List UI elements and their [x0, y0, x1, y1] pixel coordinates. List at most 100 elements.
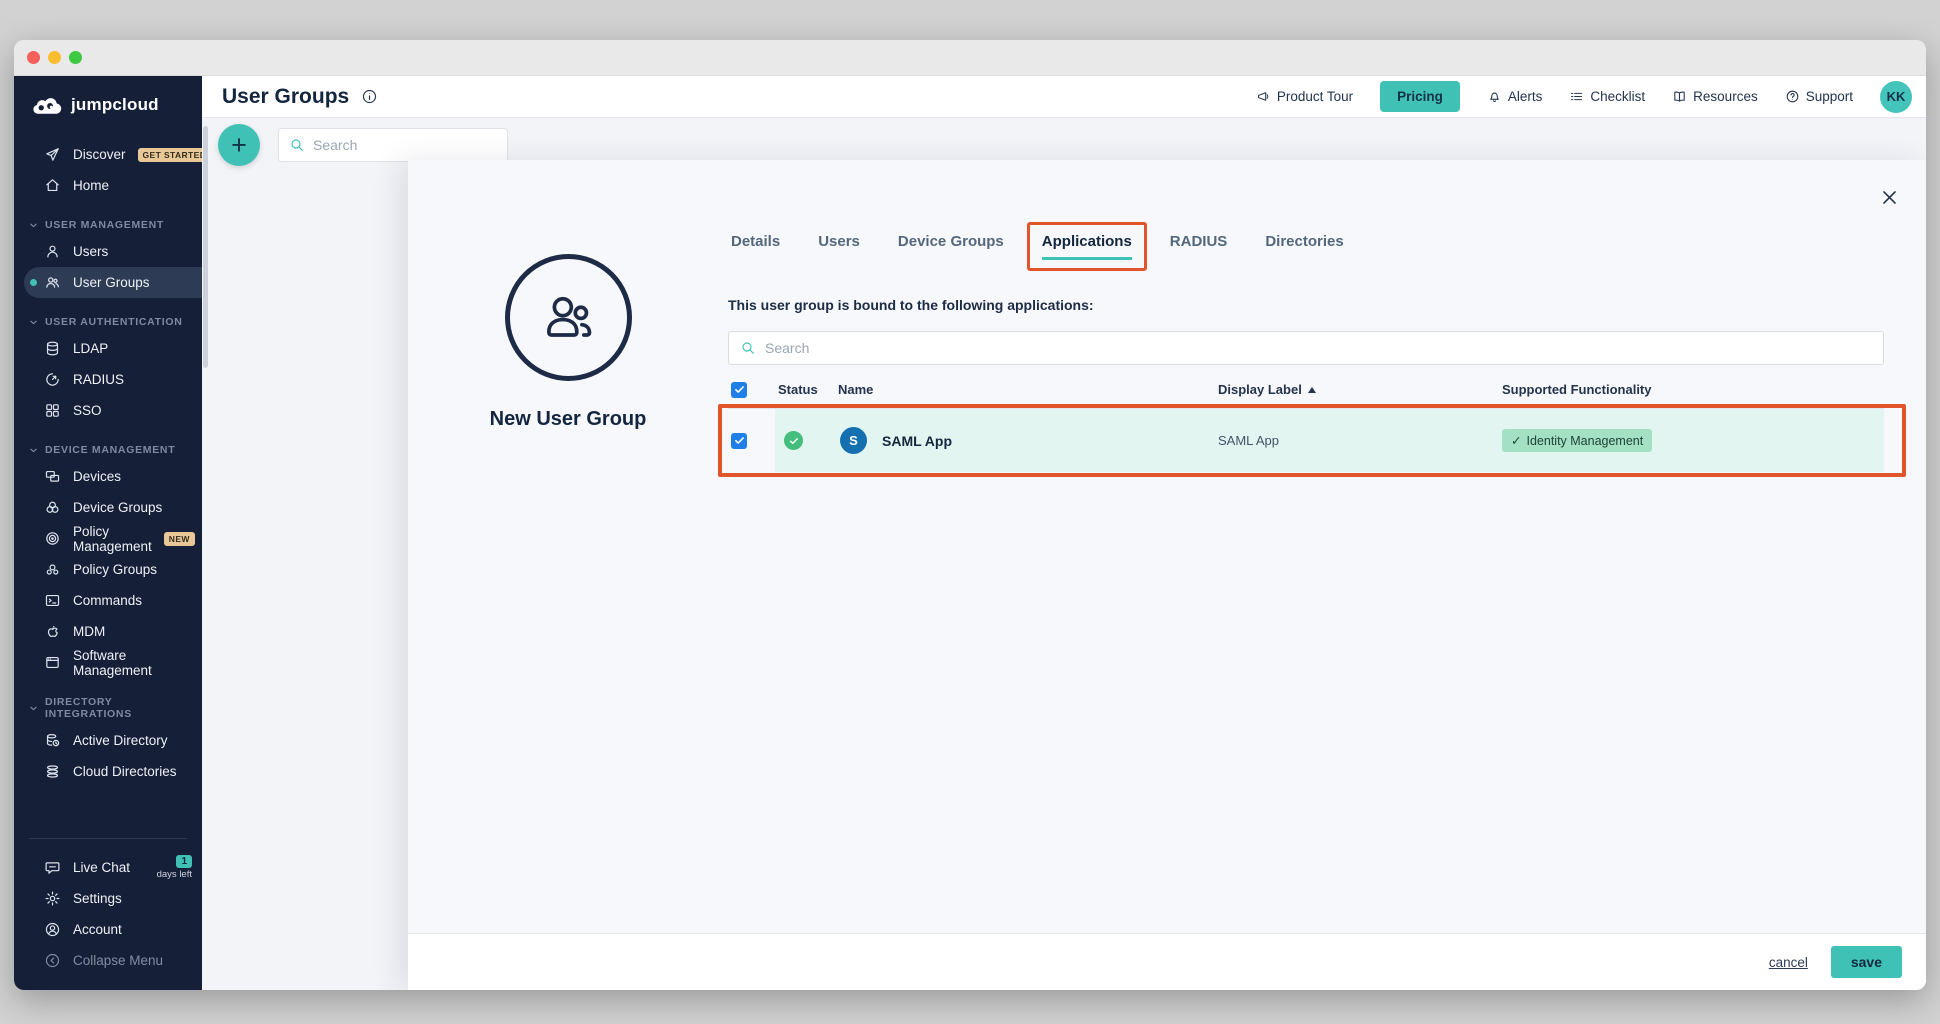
sidebar-item-device-groups[interactable]: Device Groups	[14, 492, 202, 523]
user-groups-search	[278, 128, 508, 162]
sidebar-section-title-user-management[interactable]: USER MANAGEMENT	[14, 214, 202, 236]
user-group-icon	[535, 285, 601, 351]
minimize-window-button[interactable]	[48, 51, 61, 64]
sidebar-item-discover[interactable]: DiscoverGET STARTED	[14, 139, 202, 170]
account-icon	[44, 921, 61, 938]
sidebar-item-users[interactable]: Users	[14, 236, 202, 267]
sidebar-item-ldap[interactable]: LDAP	[14, 333, 202, 364]
bell-icon	[1487, 89, 1502, 104]
sidebar-item-label: Software Management	[73, 648, 202, 678]
row-select-cell	[728, 409, 775, 472]
tab-radius[interactable]: RADIUS	[1167, 222, 1231, 271]
panel-body: New User Group DetailsUsersDevice Groups…	[408, 160, 1926, 933]
tab-applications-annotated[interactable]: Applications	[1027, 222, 1147, 271]
column-header-status[interactable]: Status	[775, 382, 838, 397]
brand-logo[interactable]: jumpcloud	[14, 88, 202, 126]
row-status-cell	[775, 409, 838, 472]
apps-search-input[interactable]	[765, 340, 1872, 356]
chevron-down-icon	[29, 704, 38, 713]
tab-label: Users	[818, 233, 860, 260]
sidebar-item-label: Home	[73, 178, 109, 193]
chat-icon	[44, 859, 61, 876]
sidebar-section-title-device-management[interactable]: DEVICE MANAGEMENT	[14, 439, 202, 461]
sidebar-item-collapse-menu[interactable]: Collapse Menu	[14, 945, 202, 976]
cancel-button[interactable]: cancel	[1769, 955, 1808, 970]
tab-label: RADIUS	[1170, 233, 1228, 260]
target-icon	[44, 530, 61, 547]
sidebar-item-devices[interactable]: Devices	[14, 461, 202, 492]
row-display-label-cell: SAML App	[1218, 409, 1502, 472]
column-header-display-label[interactable]: Display Label	[1218, 382, 1502, 397]
page-scrollbar[interactable]	[203, 126, 208, 368]
sidebar-item-mdm[interactable]: MDM	[14, 616, 202, 647]
sidebar-item-account[interactable]: Account	[14, 914, 202, 945]
chevron-down-icon	[29, 446, 38, 455]
sidebar-item-label: Devices	[73, 469, 121, 484]
sidebar-item-radius[interactable]: RADIUS	[14, 364, 202, 395]
app-avatar: S	[840, 427, 867, 454]
sidebar-item-live-chat[interactable]: Live Chat1days left	[14, 852, 202, 883]
nav-resources[interactable]: Resources	[1672, 89, 1758, 104]
sidebar-divider	[29, 838, 187, 839]
tab-label: Details	[731, 233, 780, 260]
collapse-icon	[44, 952, 61, 969]
add-user-group-button[interactable]: +	[218, 124, 260, 166]
search-icon	[289, 137, 305, 153]
sidebar-section-user-authentication: USER AUTHENTICATIONLDAP RADIUS SSO	[14, 311, 202, 426]
sidebar-section-title-user-authentication[interactable]: USER AUTHENTICATION	[14, 311, 202, 333]
nav-alerts[interactable]: Alerts	[1487, 89, 1543, 104]
info-icon[interactable]	[361, 88, 378, 105]
close-button[interactable]	[1880, 188, 1899, 207]
tab-users[interactable]: Users	[815, 222, 863, 271]
database-icon	[44, 340, 61, 357]
sidebar-item-label: MDM	[73, 624, 105, 639]
gear-icon	[44, 890, 61, 907]
user-group-detail-panel: New User Group DetailsUsersDevice Groups…	[408, 160, 1926, 990]
sidebar-item-label: Policy Groups	[73, 562, 157, 577]
sidebar-item-software-management[interactable]: Software Management	[14, 647, 202, 678]
sidebar-item-active-directory[interactable]: Active Directory	[14, 725, 202, 756]
tab-details[interactable]: Details	[728, 222, 783, 271]
tab-device-groups[interactable]: Device Groups	[895, 222, 1007, 271]
table-row-saml-app[interactable]: SSAML AppSAML App✓Identity Management	[728, 409, 1884, 472]
sidebar-item-badge: NEW	[164, 532, 195, 546]
row-checkbox[interactable]	[731, 433, 747, 449]
sidebar: jumpcloud DiscoverGET STARTED Home USER MA…	[14, 76, 202, 990]
policy-group-icon	[44, 561, 61, 578]
sidebar-item-label: Collapse Menu	[73, 953, 163, 968]
sidebar-item-home[interactable]: Home	[14, 170, 202, 201]
sidebar-item-label: Policy Management	[73, 524, 152, 554]
sidebar-item-cloud-directories[interactable]: Cloud Directories	[14, 756, 202, 787]
sidebar-item-label: Settings	[73, 891, 122, 906]
active-directory-icon	[44, 732, 61, 749]
sidebar-item-commands[interactable]: Commands	[14, 585, 202, 616]
user-avatar[interactable]: KK	[1880, 81, 1912, 113]
nav-support[interactable]: Support	[1785, 89, 1853, 104]
tabs: Details Users Device Groups Applications RAD…	[728, 222, 1884, 271]
tab-label: Device Groups	[898, 233, 1004, 260]
sidebar-nav: DiscoverGET STARTEDHomeUSER MANAGEMENTUs…	[14, 126, 202, 976]
save-button[interactable]: save	[1831, 946, 1902, 978]
section-title-label: DEVICE MANAGEMENT	[45, 444, 175, 456]
sidebar-item-label: Active Directory	[73, 733, 168, 748]
nav-item-label: Support	[1806, 89, 1853, 104]
sidebar-item-user-groups[interactable]: User Groups	[24, 267, 202, 298]
close-window-button[interactable]	[27, 51, 40, 64]
sidebar-item-sso[interactable]: SSO	[14, 395, 202, 426]
nav-checklist[interactable]: Checklist	[1569, 89, 1645, 104]
column-header-name[interactable]: Name	[838, 382, 1218, 397]
nav-pricing[interactable]: Pricing	[1380, 81, 1460, 112]
page-header: User Groups Product TourPricingAlertsChe…	[202, 76, 1926, 118]
sidebar-item-label: RADIUS	[73, 372, 124, 387]
sidebar-item-policy-management[interactable]: Policy Management NEW	[14, 523, 202, 554]
column-header-supported-functionality[interactable]: Supported Functionality	[1502, 382, 1884, 397]
nav-product-tour[interactable]: Product Tour	[1256, 89, 1353, 104]
sidebar-item-settings[interactable]: Settings	[14, 883, 202, 914]
zoom-window-button[interactable]	[69, 51, 82, 64]
select-all-checkbox[interactable]	[731, 382, 747, 398]
nav-item-label: Product Tour	[1277, 89, 1353, 104]
sidebar-section-title-directory-integrations[interactable]: DIRECTORY INTEGRATIONS	[14, 691, 202, 725]
tab-directories[interactable]: Directories	[1262, 222, 1346, 271]
sidebar-item-policy-groups[interactable]: Policy Groups	[14, 554, 202, 585]
user-groups-search-input[interactable]	[313, 137, 497, 153]
